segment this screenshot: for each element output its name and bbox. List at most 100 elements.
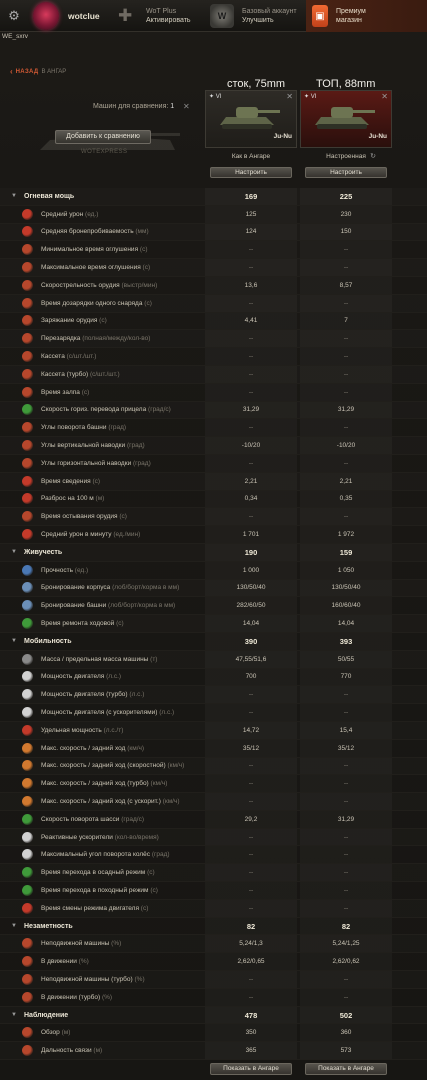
value-top: 770: [340, 673, 352, 681]
value-stock: 2,21: [244, 477, 258, 485]
label-text: Масса / предельная масса машины: [41, 655, 149, 663]
unit-text: (град): [108, 424, 127, 432]
value-stock: 478: [244, 1010, 258, 1020]
collapse-triangle-icon[interactable]: ▼: [11, 923, 17, 929]
collapse-triangle-icon[interactable]: ▼: [11, 1012, 17, 1018]
settings-gear-icon[interactable]: ⚙: [6, 0, 22, 32]
stat-row: Углы горизонтальной наводки (град) -- --: [0, 455, 427, 473]
stat-row: Неподвижной машины (%) 5,24/1,3 5,24/1,25: [0, 935, 427, 954]
label-text: Удельная мощность: [41, 726, 102, 734]
stat-label: Время ремонта ходовой (с): [41, 620, 124, 627]
collapse-triangle-icon[interactable]: ▼: [11, 193, 17, 199]
label-text: Бронирование корпуса: [41, 584, 111, 592]
stat-row: Бронирование башни (лоб/борт/корма в мм)…: [0, 597, 427, 616]
value-stock: --: [248, 388, 254, 396]
stat-label: Реактивные ускорители (кол-во/время): [41, 834, 159, 841]
label-text: Максимальный угол поворота колёс: [41, 851, 150, 859]
hull-traverse-icon: [22, 813, 33, 825]
value-stock: --: [248, 459, 254, 467]
unit-text: (с): [92, 477, 101, 485]
unit-text: (лоб/борт/корма в мм): [112, 584, 180, 592]
label-text: Мощность двигателя (с ускорителями): [41, 709, 158, 716]
tank-image[interactable]: ✦ VI ✕ Ju-Nu: [300, 90, 392, 148]
configure-button[interactable]: Настроить: [210, 167, 292, 178]
reset-config-icon[interactable]: ↻: [370, 152, 376, 160]
value-top: --: [343, 833, 349, 841]
stat-row: Время залпа (с) -- --: [0, 384, 427, 402]
wot-plus-button[interactable]: WoT Plus Активировать: [146, 0, 191, 32]
section-row[interactable]: ▼ Огневая мощь 169 225: [0, 188, 427, 206]
tank-config-state: Настроенная: [326, 153, 366, 160]
engine-boost-icon: [22, 707, 33, 718]
clear-compare-close-icon[interactable]: ✕: [183, 102, 190, 111]
value-top: --: [343, 762, 349, 770]
value-stock: 31,29: [242, 406, 260, 414]
stat-row: Время дозарядки одного снаряда (с) -- --: [0, 295, 427, 313]
unit-text: (с/шт./шт.): [66, 353, 97, 361]
label-text: В движении: [41, 958, 77, 966]
premium-shop-icon: ▣: [312, 5, 328, 27]
value-top: 2,62/0,62: [332, 958, 360, 966]
back-label: НАЗАД: [15, 68, 39, 75]
stat-label: Время залпа (с): [41, 389, 89, 396]
travel-mode-icon: [22, 884, 33, 896]
stat-label: Мощность двигателя (л.с.): [41, 673, 121, 680]
section-row[interactable]: ▼ Мобильность 390 393: [0, 633, 427, 651]
premium-shop-button[interactable]: ▣ Премиум магазин: [306, 0, 427, 32]
stat-label: Макс. скорость / задний ход (с ускорит.)…: [41, 798, 180, 805]
back-button[interactable]: ‹ НАЗАД В АНГАР: [10, 67, 66, 76]
section-row[interactable]: ▼ Наблюдение 478 502: [0, 1007, 427, 1025]
add-to-compare-button[interactable]: Добавить к сравнению: [55, 130, 151, 144]
value-stock: --: [248, 709, 254, 716]
value-top: 150: [340, 228, 352, 236]
premium-subtitle: магазин: [336, 17, 362, 24]
section-row[interactable]: ▼ Живучесть 190 159: [0, 544, 427, 562]
collapse-triangle-icon[interactable]: ▼: [11, 638, 17, 644]
value-stock: 190: [244, 547, 258, 557]
stat-row: Средняя бронепробиваемость (мм) 124 150: [0, 224, 427, 242]
show-in-garage-button[interactable]: Показать в Ангаре: [210, 1063, 292, 1075]
value-top: --: [343, 904, 349, 912]
clan-emblem-icon[interactable]: [33, 2, 59, 30]
tank-name: Ju-Nu: [368, 133, 387, 140]
wot-plus-icon[interactable]: ✚: [118, 0, 132, 32]
value-stock: --: [248, 691, 254, 699]
remove-tank-close-icon[interactable]: ✕: [286, 92, 293, 101]
remove-tank-close-icon[interactable]: ✕: [381, 92, 388, 101]
label-text: Мощность двигателя (турбо): [41, 691, 128, 699]
username[interactable]: wotclue: [68, 0, 100, 32]
configure-button[interactable]: Настроить: [305, 167, 387, 178]
section-row[interactable]: ▼ Незаметность 82 82: [0, 918, 427, 936]
unit-text: (с): [81, 388, 90, 396]
basic-account-icon[interactable]: W: [210, 4, 234, 28]
tank-image[interactable]: ✦ VI ✕ Ju-Nu: [205, 90, 297, 148]
value-top: --: [343, 869, 349, 877]
collapse-triangle-icon[interactable]: ▼: [11, 549, 17, 555]
basic-account-button[interactable]: Базовый аккаунт Улучшить: [242, 0, 297, 32]
value-stock: 14,04: [242, 620, 260, 628]
unit-text: (лоб/борт/корма в мм): [108, 602, 176, 610]
radio-range-icon: [22, 1045, 33, 1057]
top-bar: ⚙ wotclue ✚ WoT Plus Активировать W Базов…: [0, 0, 427, 32]
player-id: WE_sxrv: [2, 33, 28, 40]
label-text: Углы горизонтальной наводки: [41, 459, 132, 467]
value-top: 35/12: [337, 744, 355, 752]
stat-row: Время ремонта ходовой (с) 14,04 14,04: [0, 615, 427, 633]
label-text: Огневая мощь: [24, 192, 75, 200]
show-in-garage-button[interactable]: Показать в Ангаре: [305, 1063, 387, 1075]
stun-max-icon: [22, 262, 33, 274]
stat-row: Углы вертикальной наводки (град) -10/20 -1…: [0, 437, 427, 455]
stat-label: Средний урон в минуту (ед./мин): [41, 531, 140, 538]
label-text: Средний урон в минуту: [41, 531, 112, 539]
label-text: Время ремонта ходовой: [41, 620, 115, 628]
value-top: 393: [339, 636, 353, 646]
unit-text: (%): [111, 940, 122, 948]
unit-text: (ед.): [85, 210, 99, 218]
rocket-boost-icon: [22, 831, 33, 843]
unit-text: (с/шт./шт.): [89, 370, 120, 378]
stat-label: Кассета (с/шт./шт.): [41, 353, 96, 360]
engine-power-icon: [22, 671, 33, 683]
tank-card-stock: ✦ VI ✕ Ju-Nu Как в Ангаре Настроить: [205, 90, 297, 183]
value-stock: --: [248, 335, 254, 343]
value-stock: --: [248, 797, 254, 805]
